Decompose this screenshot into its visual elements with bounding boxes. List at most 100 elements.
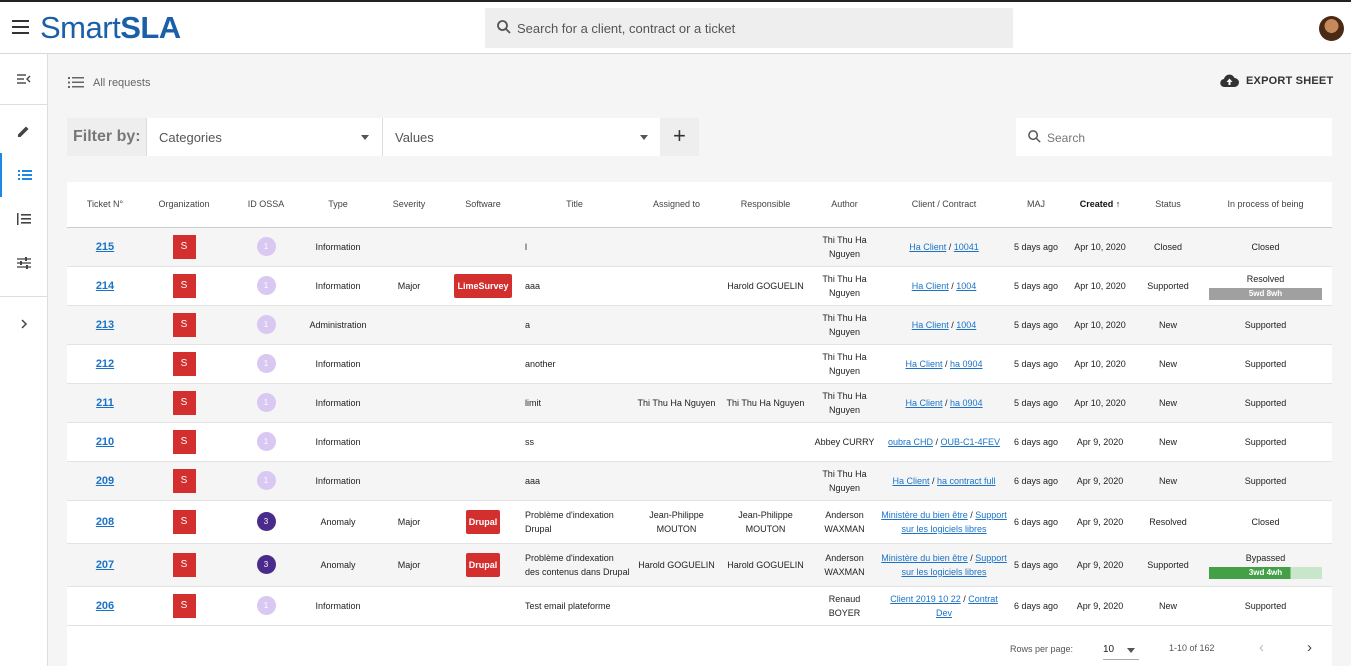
ticket-link[interactable]: 208 xyxy=(96,516,114,528)
created-cell: Apr 9, 2020 xyxy=(1063,500,1137,544)
ticket-link[interactable]: 210 xyxy=(96,436,114,448)
col-assigned-to[interactable]: Assigned to xyxy=(632,182,721,228)
add-filter-button[interactable]: + xyxy=(673,125,686,147)
software-badge[interactable]: LimeSurvey xyxy=(454,273,512,298)
title-cell: aaa xyxy=(517,266,632,306)
logo[interactable]: SmartSLA xyxy=(40,10,181,46)
col-status[interactable]: Status xyxy=(1137,182,1199,228)
table-row[interactable]: 212 S 1 Information another Thi Thu Ha Nguyen… xyxy=(67,344,1332,384)
ticket-cell: 208 xyxy=(67,500,143,544)
client-link[interactable]: Ministère du bien être xyxy=(881,510,968,520)
ticket-link[interactable]: 207 xyxy=(96,559,114,571)
ticket-cell: 207 xyxy=(67,543,143,587)
software-badge[interactable]: Drupal xyxy=(465,552,501,577)
next-page-icon[interactable]: › xyxy=(1307,639,1312,656)
responsible-cell: Harold GOGUELIN xyxy=(721,266,810,306)
contract-link[interactable]: ha 0904 xyxy=(950,398,983,408)
table-row[interactable]: 211 S 1 Information limit Thi Thu Ha Nguyen Th… xyxy=(67,383,1332,423)
contract-link[interactable]: ha contract full xyxy=(937,476,996,486)
client-link[interactable]: oubra CHD xyxy=(888,437,933,447)
col-author[interactable]: Author xyxy=(810,182,879,228)
global-search-placeholder: Search for a client, contract or a ticke… xyxy=(517,21,736,36)
client-link[interactable]: Ha Client xyxy=(912,320,949,330)
col-created[interactable]: Created ↑ xyxy=(1063,182,1137,228)
client-link[interactable]: Ministère du bien être xyxy=(881,553,968,563)
contract-link[interactable]: 1004 xyxy=(956,281,976,291)
requests-list-icon[interactable] xyxy=(0,153,47,197)
client-link[interactable]: Ha Client xyxy=(905,398,942,408)
col-organization[interactable]: Organization xyxy=(143,182,225,228)
client-link[interactable]: Ha Client xyxy=(912,281,949,291)
ticket-link[interactable]: 211 xyxy=(96,397,114,409)
values-select-value: Values xyxy=(395,130,434,145)
rows-per-page-select[interactable]: 10 xyxy=(1103,642,1139,660)
title-cell: Problème d'indexation des contenus dans … xyxy=(517,543,632,587)
ticket-link[interactable]: 215 xyxy=(96,241,114,253)
ticket-link[interactable]: 212 xyxy=(96,358,114,370)
title-cell: Problème d'indexation Drupal xyxy=(517,500,632,544)
sla-time-bar: 3wd 4wh xyxy=(1209,566,1322,579)
global-search-input[interactable]: Search for a client, contract or a ticke… xyxy=(485,8,1013,48)
table-row[interactable]: 210 S 1 Information ss Abbey CURRY oubra CHD /… xyxy=(67,422,1332,462)
contract-link[interactable]: OUB-C1-4FEV xyxy=(941,437,1001,447)
col-client-contract[interactable]: Client / Contract xyxy=(879,182,1009,228)
software-cell xyxy=(449,383,517,423)
categories-select[interactable]: Categories xyxy=(146,118,382,156)
expand-chevron-icon[interactable] xyxy=(0,302,47,346)
ordered-list-icon[interactable] xyxy=(0,197,47,241)
values-select[interactable]: Values xyxy=(382,118,660,156)
status-cell: Resolved xyxy=(1137,500,1199,544)
contract-link[interactable]: ha 0904 xyxy=(950,359,983,369)
ticket-cell: 211 xyxy=(67,383,143,423)
ticket-link[interactable]: 213 xyxy=(96,319,114,331)
col-in-process[interactable]: In process of being xyxy=(1199,182,1332,228)
previous-page-icon[interactable]: ‹ xyxy=(1259,639,1264,656)
assigned-cell xyxy=(632,266,721,306)
ticket-link[interactable]: 214 xyxy=(96,280,114,292)
client-link[interactable]: Ha Client xyxy=(892,476,929,486)
client-link[interactable]: Ha Client xyxy=(909,242,946,252)
client-link[interactable]: Client 2019 10 22 xyxy=(890,594,961,604)
author-cell: Thi Thu Ha Nguyen xyxy=(810,461,879,501)
contract-link[interactable]: 1004 xyxy=(956,320,976,330)
client-link[interactable]: Ha Client xyxy=(905,359,942,369)
tune-icon[interactable] xyxy=(0,241,47,285)
type-cell: Administration xyxy=(307,305,369,345)
contract-link[interactable]: 10041 xyxy=(954,242,979,252)
table-row[interactable]: 215 S 1 Information l Thi Thu Ha Nguyen Ha Cli… xyxy=(67,227,1332,267)
search-icon xyxy=(1028,130,1041,143)
client-contract-cell: Ha Client / 1004 xyxy=(879,266,1009,306)
table-row[interactable]: 213 S 1 Administration a Thi Thu Ha Nguyen Ha … xyxy=(67,305,1332,345)
table-row[interactable]: 208 S 3 Anomaly Major Drupal Problème d'indexa… xyxy=(67,500,1332,544)
responsible-cell: Jean-Philippe MOUTON xyxy=(721,500,810,544)
avatar[interactable] xyxy=(1319,16,1344,41)
col-responsible[interactable]: Responsible xyxy=(721,182,810,228)
table-row[interactable]: 209 S 1 Information aaa Thi Thu Ha Nguyen Ha C… xyxy=(67,461,1332,501)
menu-icon[interactable] xyxy=(12,20,29,34)
severity-cell: Major xyxy=(369,500,449,544)
software-cell xyxy=(449,586,517,626)
col-title[interactable]: Title xyxy=(517,182,632,228)
pagination: Rows per page: 10 1-10 of 162 ‹ › xyxy=(67,634,1332,666)
col-ticket[interactable]: Ticket N° xyxy=(67,182,143,228)
table-search-input[interactable]: Search xyxy=(1016,118,1332,156)
table-row[interactable]: 214 S 1 Information Major LimeSurvey aaa Harold… xyxy=(67,266,1332,306)
collapse-menu-icon[interactable] xyxy=(0,57,47,101)
ticket-link[interactable]: 209 xyxy=(96,475,114,487)
col-maj[interactable]: MAJ xyxy=(1009,182,1063,228)
col-severity[interactable]: Severity xyxy=(369,182,449,228)
col-type[interactable]: Type xyxy=(307,182,369,228)
software-cell xyxy=(449,227,517,267)
ticket-link[interactable]: 206 xyxy=(96,600,114,612)
responsible-cell xyxy=(721,586,810,626)
table-row[interactable]: 206 S 1 Information Test email plateforme Ren… xyxy=(67,586,1332,626)
col-id-ossa[interactable]: ID OSSA xyxy=(225,182,307,228)
col-software[interactable]: Software xyxy=(449,182,517,228)
export-sheet-button[interactable]: EXPORT SHEET xyxy=(1220,74,1333,88)
edit-icon[interactable] xyxy=(0,109,47,153)
organization-badge: S xyxy=(172,273,196,298)
created-cell: Apr 9, 2020 xyxy=(1063,422,1137,462)
ticket-cell: 209 xyxy=(67,461,143,501)
software-badge[interactable]: Drupal xyxy=(465,509,501,534)
table-row[interactable]: 207 S 3 Anomaly Major Drupal Problème d'indexa… xyxy=(67,543,1332,587)
